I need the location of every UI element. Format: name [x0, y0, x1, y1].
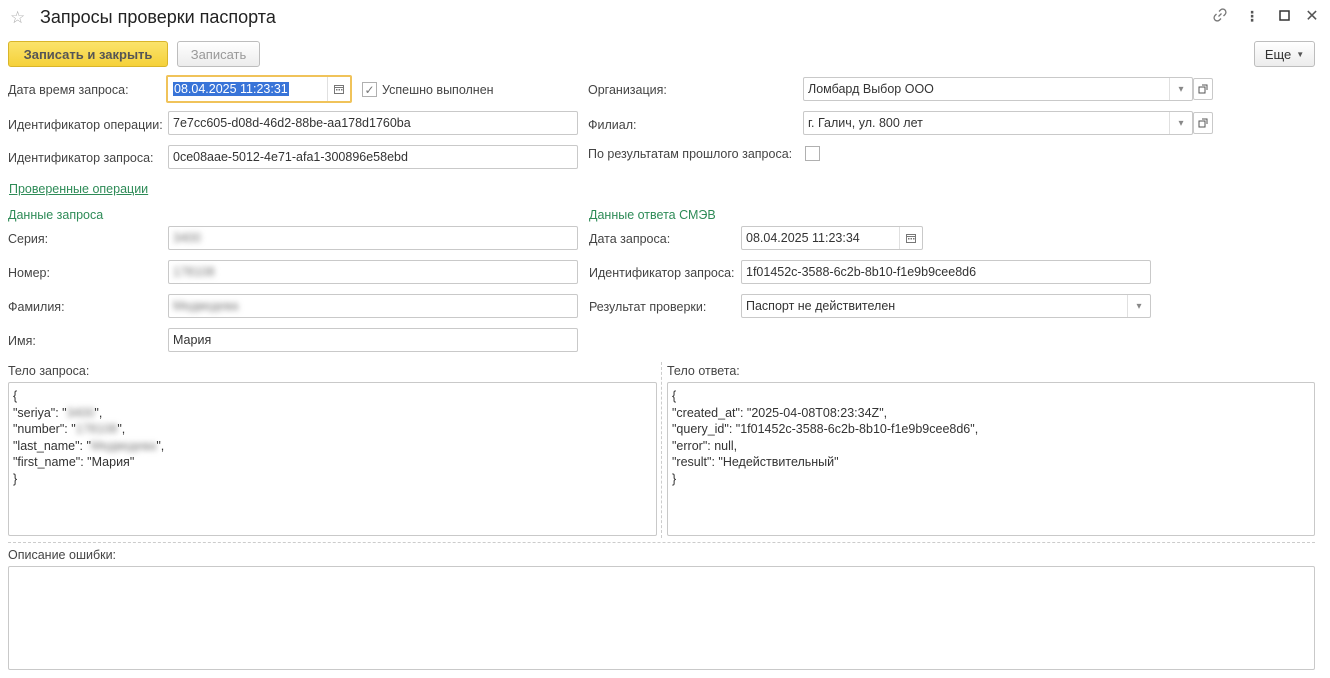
- response-request-date-input[interactable]: 08.04.2025 11:23:34: [741, 226, 923, 250]
- link-icon[interactable]: [1210, 8, 1230, 25]
- more-actions-icon[interactable]: ⋮: [1242, 8, 1262, 25]
- branch-open-icon[interactable]: [1193, 112, 1213, 134]
- series-input[interactable]: 3400: [168, 226, 578, 250]
- result-value: Паспорт не действителен: [746, 299, 896, 313]
- success-label: Успешно выполнен: [382, 83, 494, 97]
- name-label: Имя:: [8, 334, 36, 348]
- surname-input[interactable]: Медведева: [168, 294, 578, 318]
- page-title: Запросы проверки паспорта: [40, 7, 276, 27]
- request-body-line: {: [13, 389, 18, 403]
- calendar-icon[interactable]: [327, 77, 350, 101]
- operation-id-label: Идентификатор операции:: [8, 118, 163, 132]
- request-body-label: Тело запроса:: [8, 364, 90, 378]
- chevron-down-icon: ▼: [1296, 49, 1305, 59]
- more-label: Еще: [1264, 46, 1292, 62]
- success-checkbox[interactable]: ✓: [362, 82, 377, 97]
- operation-id-input[interactable]: 7e7cc605-d08d-46d2-88be-aa178d1760ba: [168, 111, 578, 135]
- request-body-line: "seriya": "3400",: [13, 405, 103, 420]
- organization-value: Ломбард Выбор ООО: [808, 82, 934, 96]
- request-data-section-title: Данные запроса: [8, 208, 104, 222]
- request-datetime-value: 08.04.2025 11:23:31: [173, 82, 289, 96]
- organization-label: Организация:: [588, 83, 667, 97]
- response-request-date-value: 08.04.2025 11:23:34: [746, 231, 860, 245]
- request-body-line: }: [13, 471, 18, 486]
- request-body-line: "first_name": "Мария": [13, 455, 135, 469]
- prev-result-label: По результатам прошлого запроса:: [588, 147, 793, 161]
- error-desc-label: Описание ошибки:: [8, 548, 117, 562]
- response-body-label: Тело ответа:: [667, 364, 740, 378]
- request-body-line: "number": "178108",: [13, 422, 126, 436]
- result-label: Результат проверки:: [589, 300, 707, 314]
- organization-dropdown-icon[interactable]: ▾: [1169, 78, 1192, 100]
- organization-input[interactable]: Ломбард Выбор ООО ▾: [803, 77, 1193, 101]
- surname-value: Медведева: [173, 299, 239, 313]
- branch-value: г. Галич, ул. 800 лет: [808, 116, 923, 130]
- response-calendar-icon[interactable]: [899, 227, 922, 249]
- horizontal-splitter[interactable]: [8, 542, 1315, 543]
- save-and-close-button[interactable]: Записать и закрыть: [8, 41, 168, 67]
- result-select[interactable]: Паспорт не действителен ▾: [741, 294, 1151, 318]
- response-body-textarea[interactable]: { "created_at": "2025-04-08T08:23:34Z", …: [667, 382, 1315, 536]
- series-value: 3400: [173, 231, 201, 245]
- organization-open-icon[interactable]: [1193, 78, 1213, 100]
- response-request-id-label: Идентификатор запроса:: [589, 266, 735, 280]
- response-request-id-input[interactable]: 1f01452c-3588-6c2b-8b10-f1e9b9cee8d6: [741, 260, 1151, 284]
- branch-input[interactable]: г. Галич, ул. 800 лет ▾: [803, 111, 1193, 135]
- result-dropdown-icon[interactable]: ▾: [1127, 295, 1150, 317]
- checked-operations-link[interactable]: Проверенные операции: [9, 182, 148, 196]
- number-value: 178108: [173, 265, 215, 279]
- response-request-date-label: Дата запроса:: [589, 232, 671, 246]
- prev-result-checkbox[interactable]: [805, 146, 820, 161]
- branch-label: Филиал:: [588, 118, 637, 132]
- surname-label: Фамилия:: [8, 300, 65, 314]
- favorite-star-icon[interactable]: ☆: [10, 8, 25, 28]
- request-id-input[interactable]: 0ce08aae-5012-4e71-afa1-300896e58ebd: [168, 145, 578, 169]
- name-input[interactable]: Мария: [168, 328, 578, 352]
- request-body-textarea[interactable]: { "seriya": "3400", "number": "178108", "la…: [8, 382, 657, 536]
- branch-dropdown-icon[interactable]: ▾: [1169, 112, 1192, 134]
- maximize-icon[interactable]: [1274, 8, 1294, 24]
- error-desc-textarea[interactable]: [8, 566, 1315, 670]
- save-button[interactable]: Записать: [177, 41, 260, 67]
- request-datetime-label: Дата время запроса:: [8, 83, 129, 97]
- response-data-section-title: Данные ответа СМЭВ: [589, 208, 716, 222]
- vertical-splitter[interactable]: [661, 362, 662, 538]
- request-id-label: Идентификатор запроса:: [8, 151, 154, 165]
- request-datetime-input[interactable]: 08.04.2025 11:23:31: [166, 75, 352, 103]
- number-label: Номер:: [8, 266, 50, 280]
- number-input[interactable]: 178108: [168, 260, 578, 284]
- close-icon[interactable]: ✕: [1302, 6, 1322, 26]
- series-label: Серия:: [8, 232, 49, 246]
- more-button[interactable]: Еще ▼: [1254, 41, 1315, 67]
- request-body-line: "last_name": "Медведева",: [13, 438, 165, 453]
